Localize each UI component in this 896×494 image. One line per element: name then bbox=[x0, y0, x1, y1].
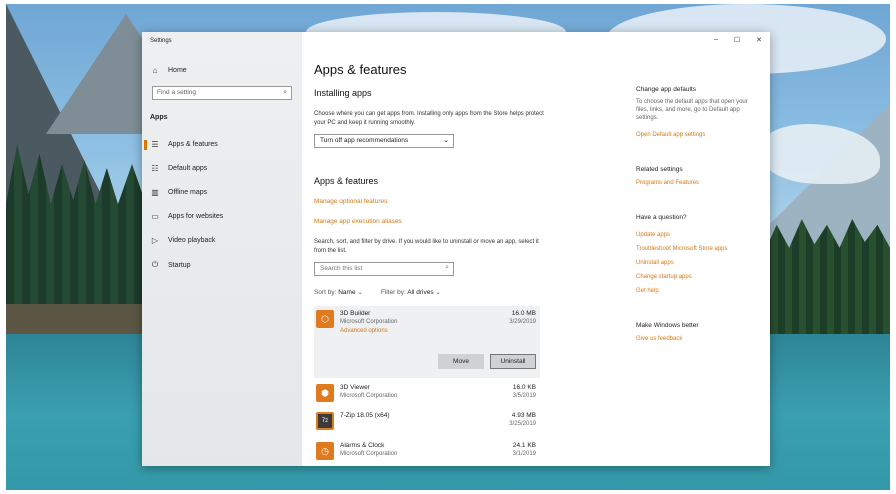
move-button[interactable]: Move bbox=[438, 354, 484, 369]
app-publisher: Microsoft Corporation bbox=[340, 451, 398, 457]
video-icon: ▷ bbox=[151, 236, 159, 245]
sidebar-item-video-playback[interactable]: ▷ Video playback bbox=[150, 236, 215, 245]
app-date: 3/1/2019 bbox=[512, 451, 536, 457]
sidebar-item-apps-for-websites[interactable]: ▭ Apps for websites bbox=[150, 212, 223, 221]
search-icon: ⌕ bbox=[445, 264, 449, 271]
sidebar-item-label: Video playback bbox=[168, 237, 216, 244]
change-defaults-heading: Change app defaults bbox=[636, 86, 696, 93]
sidebar-item-label: Home bbox=[168, 67, 187, 74]
change-defaults-text: To choose the default apps that open you… bbox=[636, 99, 748, 121]
question-heading: Have a question? bbox=[636, 214, 687, 221]
sidebar-item-label: Startup bbox=[168, 261, 191, 269]
sidebar-item-default-apps[interactable]: ☷ Default apps bbox=[150, 164, 207, 173]
app-name: 3D Viewer bbox=[340, 384, 370, 391]
app-publisher: Microsoft Corporation bbox=[340, 393, 398, 399]
filter-label: Filter by: bbox=[380, 289, 406, 296]
search-placeholder: Find a setting bbox=[157, 89, 197, 96]
sidebar-item-apps-features[interactable]: ☰ Apps & features bbox=[150, 140, 218, 149]
uninstall-button[interactable]: Uninstall bbox=[490, 354, 536, 369]
app-size: 16.0 KB bbox=[512, 384, 536, 391]
sidebar-item-label: Apps for websites bbox=[168, 213, 224, 220]
list-item[interactable]: ◷ Alarms & Clock Microsoft Corporation 2… bbox=[314, 438, 540, 466]
programs-features-link[interactable]: Programs and Features bbox=[636, 180, 699, 186]
sort-dropdown[interactable]: Sort by: Name ⌄ bbox=[314, 288, 363, 296]
apps-features-heading: Apps & features bbox=[314, 176, 379, 186]
dropdown-value: Turn off app recommendations bbox=[320, 137, 409, 144]
app-3d-builder-icon: ⬡ bbox=[316, 310, 334, 328]
related-settings-heading: Related settings bbox=[636, 166, 683, 173]
sidebar-item-home[interactable]: ⌂ Home bbox=[150, 66, 187, 75]
sort-filter-bar: Sort by: Name ⌄ Filter by: All drives ⌄ bbox=[314, 288, 441, 296]
app-size: 16.0 MB bbox=[511, 310, 536, 317]
sidebar-section-heading: Apps bbox=[150, 114, 168, 121]
sidebar-item-label: Default apps bbox=[168, 165, 208, 172]
list-item[interactable]: ⬡ 3D Builder Microsoft Corporation Advan… bbox=[314, 306, 540, 378]
app-date: 3/29/2019 bbox=[509, 319, 536, 325]
chevron-down-icon: ⌄ bbox=[443, 137, 449, 144]
app-source-dropdown[interactable]: Turn off app recommendations ⌄ bbox=[314, 134, 454, 148]
sidebar: Settings ⌂ Home Find a setting ⌕ Apps ☰ … bbox=[142, 32, 302, 466]
list-item[interactable]: ⬢ 3D Viewer Microsoft Corporation 16.0 K… bbox=[314, 380, 540, 410]
main-content: Apps & features Installing apps Choose w… bbox=[314, 32, 574, 466]
change-startup-apps-link[interactable]: Change startup apps bbox=[636, 274, 692, 280]
filter-dropdown[interactable]: Filter by: All drives ⌄ bbox=[381, 288, 441, 296]
installing-description: Choose where you can get apps from. Inst… bbox=[314, 111, 544, 126]
app-size: 24.1 KB bbox=[512, 442, 536, 449]
app-name: 3D Builder bbox=[340, 310, 371, 317]
search-placeholder: Search this list bbox=[320, 265, 363, 272]
app-date: 3/5/2019 bbox=[512, 393, 536, 399]
app-publisher: Microsoft Corporation bbox=[340, 319, 398, 325]
websites-icon: ▭ bbox=[151, 212, 159, 221]
update-apps-link[interactable]: Update apps bbox=[636, 232, 670, 238]
app-list-search-input[interactable]: Search this list ⌕ bbox=[314, 262, 454, 276]
related-panel: Change app defaults To choose the defaul… bbox=[636, 32, 766, 466]
open-default-apps-link[interactable]: Open Default app settings bbox=[636, 132, 705, 138]
default-apps-icon: ☷ bbox=[151, 164, 159, 173]
make-windows-better-heading: Make Windows better bbox=[636, 322, 699, 329]
installing-heading: Installing apps bbox=[314, 88, 372, 98]
search-description: Search, sort, and filter by drive. If yo… bbox=[314, 239, 539, 254]
list-icon: ☰ bbox=[151, 140, 159, 149]
app-size: 4.93 MB bbox=[511, 412, 536, 419]
give-feedback-link[interactable]: Give us feedback bbox=[636, 336, 682, 342]
filter-value: All drives bbox=[407, 289, 434, 296]
active-indicator bbox=[144, 140, 147, 150]
app-alarms-clock-icon: ◷ bbox=[316, 442, 334, 460]
sidebar-item-label: Apps & features bbox=[168, 141, 218, 148]
app-name: Alarms & Clock bbox=[340, 442, 385, 449]
sidebar-item-offline-maps[interactable]: ▥ Offline maps bbox=[150, 188, 207, 197]
search-icon: ⌕ bbox=[283, 89, 287, 96]
settings-search-input[interactable]: Find a setting ⌕ bbox=[152, 86, 292, 100]
manage-execution-aliases-link[interactable]: Manage app execution aliases bbox=[314, 218, 402, 225]
map-icon: ▥ bbox=[151, 188, 159, 197]
window-title: Settings bbox=[150, 38, 172, 44]
advanced-options-link[interactable]: Advanced options bbox=[340, 328, 388, 334]
home-icon: ⌂ bbox=[152, 66, 158, 75]
sort-label: Sort by: bbox=[314, 289, 337, 296]
startup-icon: ⏻ bbox=[151, 260, 159, 269]
settings-window: Settings ⌂ Home Find a setting ⌕ Apps ☰ … bbox=[142, 32, 770, 466]
sidebar-item-startup[interactable]: ⏻ Startup bbox=[150, 260, 191, 270]
list-item[interactable]: 7z 7-Zip 18.05 (x64) 4.93 MB 3/25/2019 bbox=[314, 408, 540, 438]
app-3d-viewer-icon: ⬢ bbox=[316, 384, 334, 402]
app-7zip-icon: 7z bbox=[316, 412, 334, 430]
app-name: 7-Zip 18.05 (x64) bbox=[340, 412, 390, 419]
uninstall-apps-link[interactable]: Uninstall apps bbox=[636, 260, 674, 266]
sidebar-item-label: Offline maps bbox=[168, 189, 208, 196]
manage-optional-features-link[interactable]: Manage optional features bbox=[314, 198, 387, 205]
troubleshoot-store-apps-link[interactable]: Troubleshoot Microsoft Store apps bbox=[636, 246, 728, 252]
get-help-link[interactable]: Get help bbox=[636, 288, 659, 294]
sort-value: Name bbox=[338, 289, 356, 296]
app-date: 3/25/2019 bbox=[509, 421, 536, 427]
page-title: Apps & features bbox=[314, 62, 407, 77]
